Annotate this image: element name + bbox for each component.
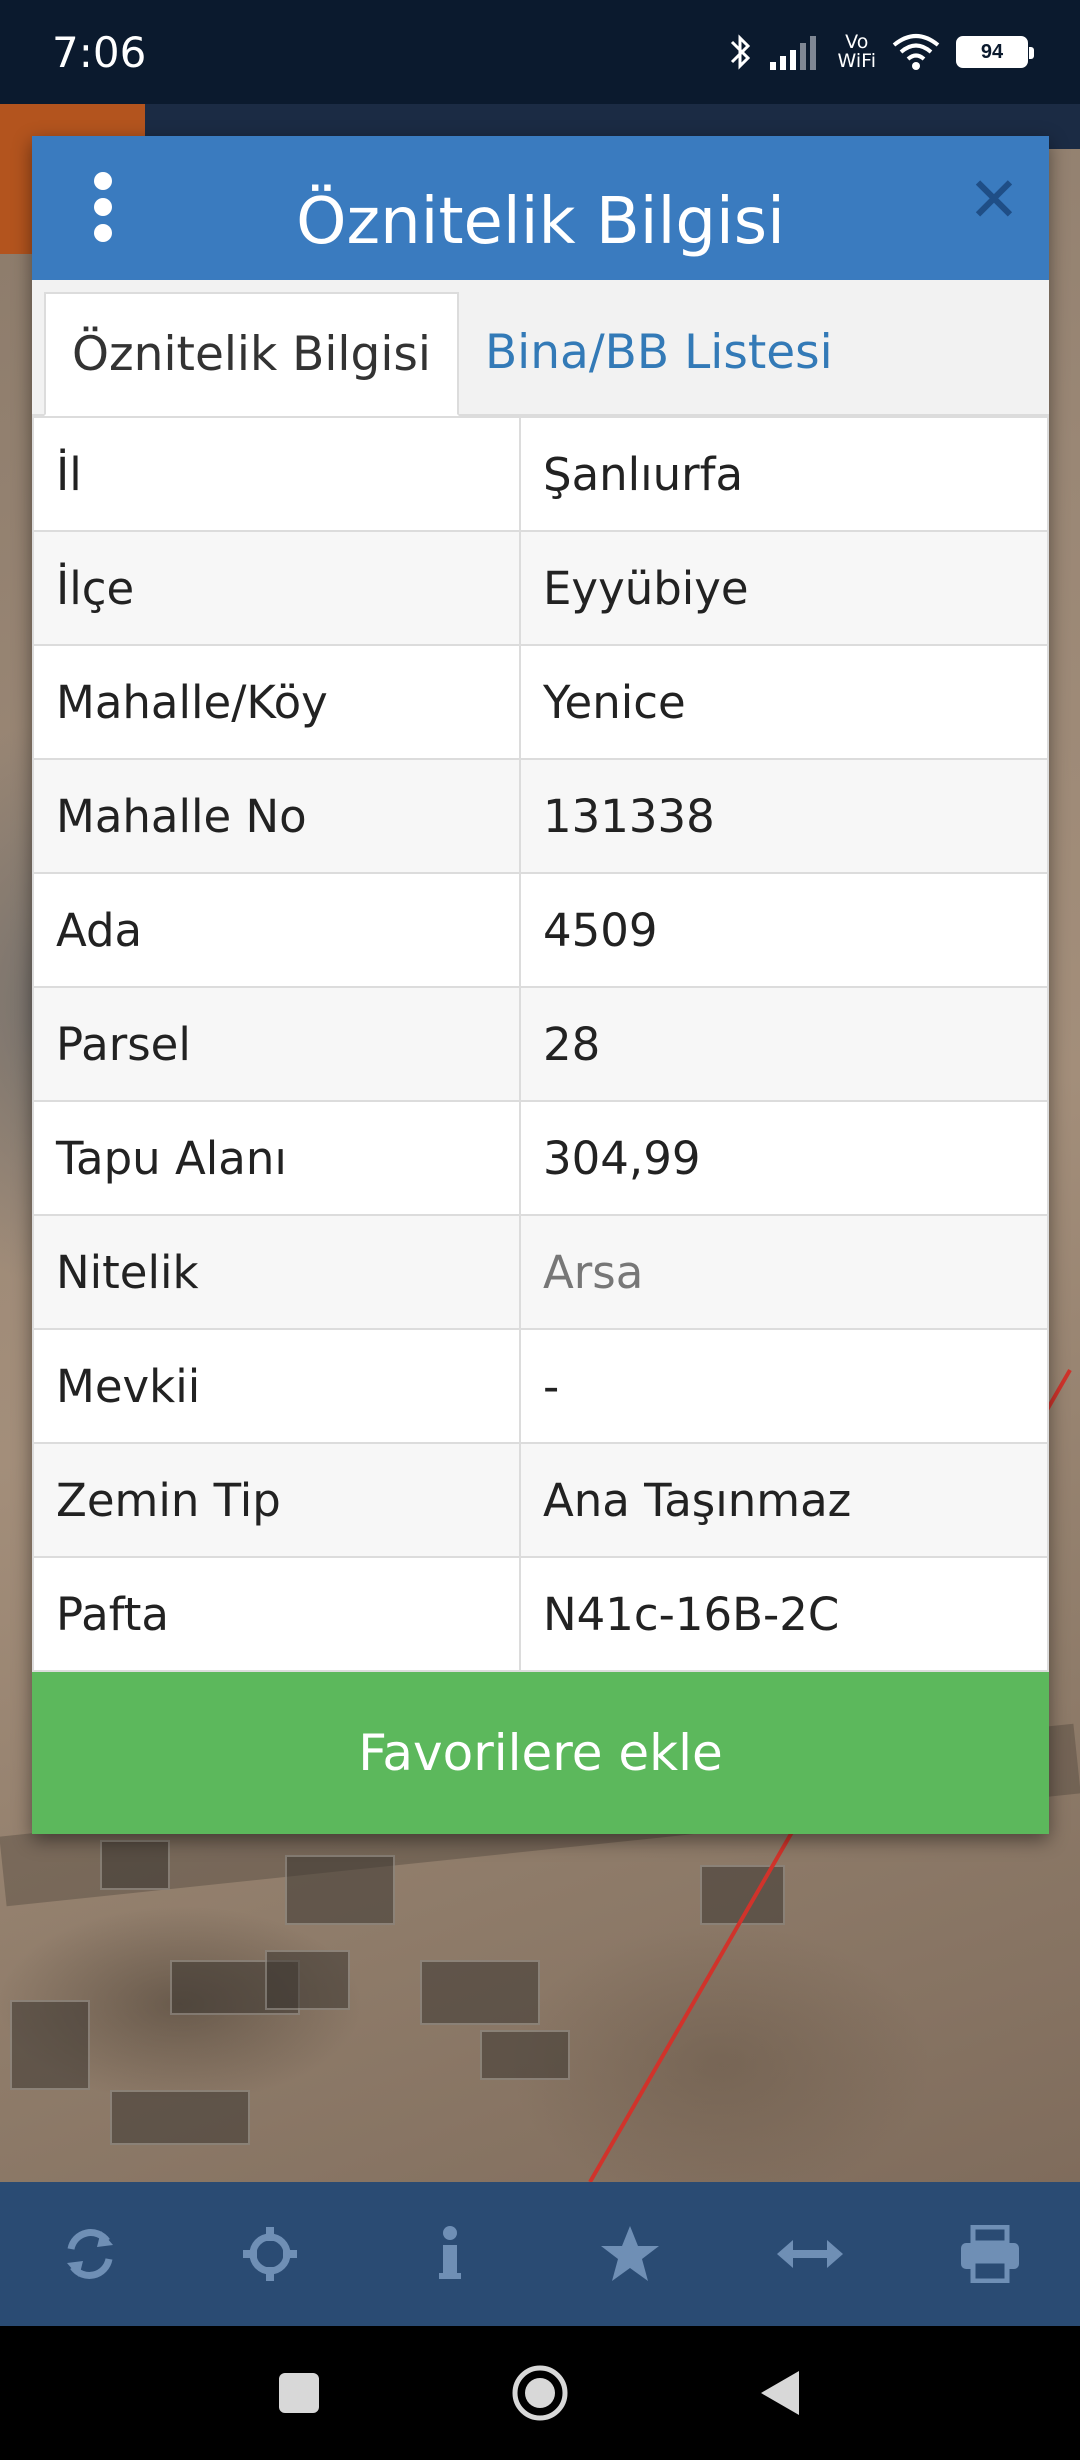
refresh-button[interactable]	[50, 2214, 130, 2294]
print-icon	[961, 2225, 1019, 2283]
map-building	[110, 2090, 250, 2145]
table-row: Mahalle No 131338	[32, 758, 1049, 874]
attribute-key: Tapu Alanı	[32, 1100, 521, 1216]
print-button[interactable]	[950, 2214, 1030, 2294]
status-bar: 7:06 Vo WiFi 94	[0, 0, 1080, 104]
map-building	[480, 2030, 570, 2080]
attribute-value: Şanlıurfa	[519, 416, 1049, 532]
attribute-dialog: Öznitelik Bilgisi ✕ Öznitelik Bilgisi Bi…	[32, 136, 1049, 1834]
battery-level: 94	[980, 40, 1004, 63]
dialog-title: Öznitelik Bilgisi	[296, 185, 785, 259]
refresh-icon	[67, 2229, 113, 2279]
screen: 7:06 Vo WiFi 94 Öznitelik Bilgisi ✕ Özni…	[0, 0, 1080, 2460]
table-row: İlçe Eyyübiye	[32, 530, 1049, 646]
table-row: Ada 4509	[32, 872, 1049, 988]
status-icons: Vo WiFi 94	[728, 31, 1034, 72]
map-building	[265, 1950, 350, 2010]
back-button[interactable]	[759, 2369, 803, 2417]
status-time: 7:06	[52, 27, 147, 77]
tab-building-list[interactable]: Bina/BB Listesi	[459, 290, 859, 414]
attribute-table: İl Şanlıurfa İlçe Eyyübiye Mahalle/Köy Y…	[32, 416, 1049, 1672]
tab-bar: Öznitelik Bilgisi Bina/BB Listesi	[32, 280, 1049, 416]
attribute-value: 4509	[519, 872, 1049, 988]
attribute-key: Pafta	[32, 1556, 521, 1672]
tab-attribute-info[interactable]: Öznitelik Bilgisi	[44, 292, 459, 416]
attribute-key: Mevkii	[32, 1328, 521, 1444]
attribute-key: Mahalle No	[32, 758, 521, 874]
table-row: Parsel 28	[32, 986, 1049, 1102]
favorites-button[interactable]	[590, 2214, 670, 2294]
attribute-value: 28	[519, 986, 1049, 1102]
table-row: İl Şanlıurfa	[32, 416, 1049, 532]
recents-button[interactable]	[277, 2371, 321, 2415]
measure-button[interactable]	[770, 2214, 850, 2294]
info-icon	[439, 2226, 461, 2279]
crosshair-icon	[243, 2227, 297, 2281]
attribute-value: N41c-16B-2C	[519, 1556, 1049, 1672]
attribute-key: Zemin Tip	[32, 1442, 521, 1558]
map-building	[420, 1960, 540, 2025]
map-building	[10, 2000, 90, 2090]
bottom-toolbar	[0, 2182, 1080, 2326]
table-row: Mahalle/Köy Yenice	[32, 644, 1049, 760]
system-navigation-bar	[0, 2326, 1080, 2460]
star-icon	[601, 2226, 659, 2281]
vowifi-indicator: Vo WiFi	[837, 31, 876, 72]
close-icon: ✕	[968, 166, 1020, 235]
more-vert-icon-dot	[94, 198, 112, 216]
attribute-key: İlçe	[32, 530, 521, 646]
more-vert-icon	[94, 172, 112, 190]
map-building	[100, 1840, 170, 1890]
attribute-value: -	[519, 1328, 1049, 1444]
attribute-value: Ana Taşınmaz	[519, 1442, 1049, 1558]
menu-button[interactable]	[88, 172, 118, 242]
bluetooth-icon	[730, 34, 750, 70]
locate-button[interactable]	[230, 2214, 310, 2294]
attribute-value: Yenice	[519, 644, 1049, 760]
battery-icon: 94	[956, 36, 1034, 68]
map-building	[285, 1855, 395, 1925]
attribute-value: 304,99	[519, 1100, 1049, 1216]
attribute-key: Nitelik	[32, 1214, 521, 1330]
close-button[interactable]: ✕	[967, 170, 1021, 232]
table-row: Nitelik Arsa	[32, 1214, 1049, 1330]
table-row: Mevkii -	[32, 1328, 1049, 1444]
table-row: Zemin Tip Ana Taşınmaz	[32, 1442, 1049, 1558]
more-vert-icon-dot	[94, 224, 112, 242]
table-row: Tapu Alanı 304,99	[32, 1100, 1049, 1216]
add-to-favorites-button[interactable]: Favorilere ekle	[32, 1672, 1049, 1834]
table-row: Pafta N41c-16B-2C	[32, 1556, 1049, 1672]
attribute-key: Ada	[32, 872, 521, 988]
attribute-value: Eyyübiye	[519, 530, 1049, 646]
info-button[interactable]	[410, 2214, 490, 2294]
signal-icon	[769, 36, 816, 70]
wifi-icon	[892, 34, 940, 70]
measure-icon	[777, 2240, 843, 2268]
attribute-key: İl	[32, 416, 521, 532]
home-button[interactable]	[511, 2364, 569, 2422]
attribute-value: 131338	[519, 758, 1049, 874]
dialog-header: Öznitelik Bilgisi ✕	[32, 136, 1049, 280]
attribute-key: Mahalle/Köy	[32, 644, 521, 760]
attribute-value: Arsa	[519, 1214, 1049, 1330]
attribute-key: Parsel	[32, 986, 521, 1102]
